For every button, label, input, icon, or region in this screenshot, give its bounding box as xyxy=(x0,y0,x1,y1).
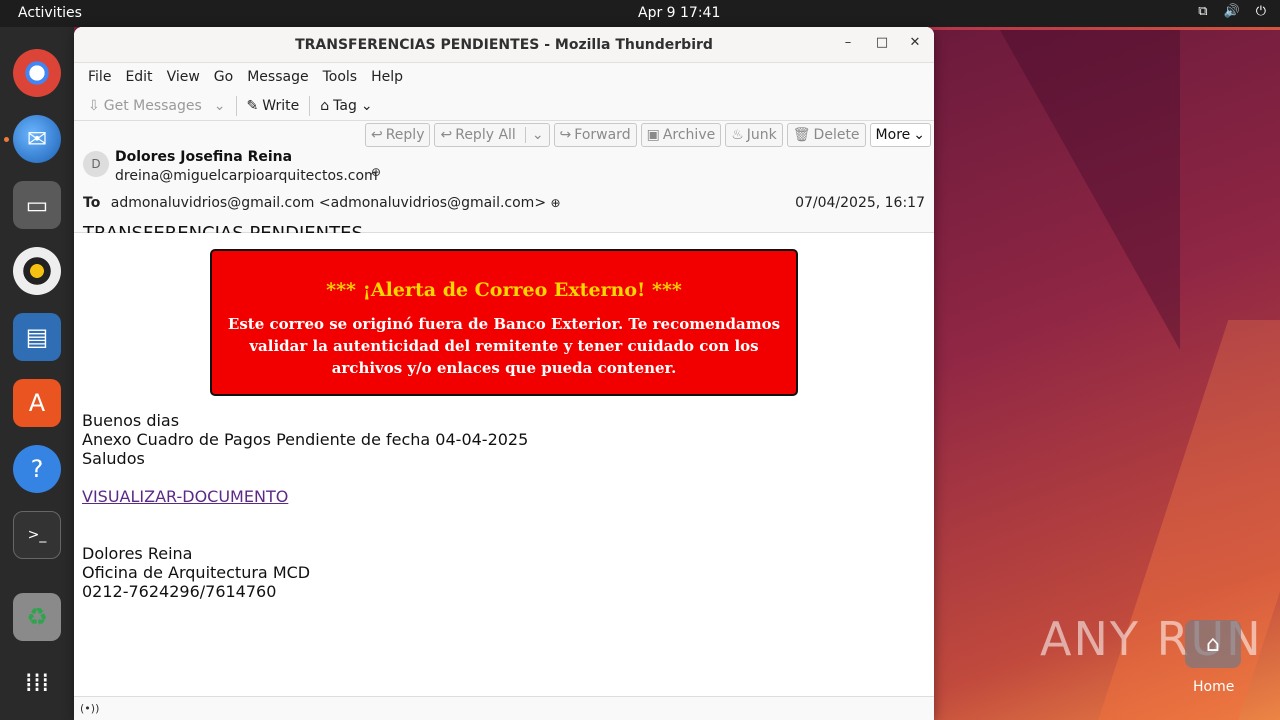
greeting-text: Buenos dias xyxy=(82,411,180,430)
signature-office: Oficina de Arquitectura MCD xyxy=(82,563,311,582)
network-icon[interactable]: ⧉ xyxy=(1198,4,1207,19)
close-button[interactable]: ✕ xyxy=(905,35,925,50)
minimize-button[interactable]: – xyxy=(838,35,858,50)
forward-label: Forward xyxy=(574,127,631,143)
archive-icon: ▣ xyxy=(646,127,660,143)
files-icon[interactable]: ▭ xyxy=(13,181,61,229)
trash-icon[interactable]: ♻ xyxy=(13,593,61,641)
menu-bar: File Edit View Go Message Tools Help xyxy=(74,63,934,91)
reply-all-label: Reply All xyxy=(455,127,516,143)
more-label: More xyxy=(875,127,911,143)
chevron-down-icon: ⌄ xyxy=(360,97,373,114)
write-label: Write xyxy=(262,97,300,114)
add-contact-icon[interactable]: ⊕ xyxy=(371,165,381,179)
online-status-icon[interactable]: (•)) xyxy=(80,702,99,715)
toolbar-separator xyxy=(235,95,237,116)
sender-name[interactable]: Dolores Josefina Reina xyxy=(115,149,292,165)
forward-button[interactable]: ↪ Forward xyxy=(553,123,637,147)
recipient-address[interactable]: admonaluvidrios@gmail.com <admonaluvidri… xyxy=(111,195,546,211)
body-line: Saludos xyxy=(82,449,145,468)
chevron-down-icon: ⌄ xyxy=(913,127,925,143)
help-icon[interactable]: ? xyxy=(13,445,61,493)
add-contact-icon[interactable]: ⊕ xyxy=(551,196,561,210)
tag-label: Tag xyxy=(333,97,357,114)
app-center-icon[interactable]: A xyxy=(13,379,61,427)
message-header: ↩ Reply ↩ Reply All ⌄ ↪ Forward ▣ Archive ♨ Ju… xyxy=(74,121,934,244)
alert-text: Este correo se originó fuera de Banco Ex… xyxy=(227,315,781,377)
get-messages-icon: ⇩ xyxy=(88,97,100,114)
signature-phone: 0212-7624296/7614760 xyxy=(82,582,277,601)
delete-label: Delete xyxy=(813,127,860,143)
chevron-down-icon[interactable]: ⌄ xyxy=(524,127,544,143)
activities-button[interactable]: Activities xyxy=(18,5,82,21)
message-body: *** ¡Alerta de Correo Externo! *** Este … xyxy=(74,233,934,665)
to-label: To xyxy=(83,195,101,211)
running-indicator xyxy=(4,137,9,142)
power-icon[interactable]: ⏻ xyxy=(1256,4,1266,19)
thunderbird-icon[interactable]: ✉ xyxy=(13,115,61,163)
alert-title: *** ¡Alerta de Correo Externo! *** xyxy=(326,279,682,301)
reply-label: Reply xyxy=(385,127,425,143)
thunderbird-window: TRANSFERENCIAS PENDIENTES - Mozilla Thun… xyxy=(74,27,934,720)
menu-message[interactable]: Message xyxy=(240,69,315,85)
reply-all-button[interactable]: ↩ Reply All ⌄ xyxy=(434,123,550,147)
maximize-button[interactable]: □ xyxy=(872,35,892,50)
window-title: TRANSFERENCIAS PENDIENTES - Mozilla Thun… xyxy=(295,37,713,53)
reply-button[interactable]: ↩ Reply xyxy=(364,123,431,147)
chevron-down-icon: ⌄ xyxy=(213,97,226,114)
dock: ✉ ▭ ▤ A ? >_ ♻ ⁞⁞⁞ xyxy=(0,27,74,720)
get-messages-label: Get Messages xyxy=(103,97,202,114)
junk-icon: ♨ xyxy=(731,127,744,143)
system-tray[interactable]: ⧉ 🔊 ⏻ xyxy=(1198,4,1266,19)
toolbar-separator xyxy=(309,95,311,116)
status-bar: (•)) xyxy=(74,696,934,720)
tag-icon: ⌂ xyxy=(320,97,330,114)
chrome-icon[interactable] xyxy=(13,49,61,97)
volume-icon[interactable]: 🔊 xyxy=(1224,4,1240,19)
terminal-icon[interactable]: >_ xyxy=(13,511,61,559)
menu-help[interactable]: Help xyxy=(364,69,410,85)
body-line: Anexo Cuadro de Pagos Pendiente de fecha… xyxy=(82,430,529,449)
more-button[interactable]: More ⌄ xyxy=(869,123,931,147)
reply-icon: ↩ xyxy=(370,127,383,143)
external-mail-alert: *** ¡Alerta de Correo Externo! *** Este … xyxy=(210,249,798,396)
wallpaper-shape xyxy=(1000,30,1180,350)
archive-button[interactable]: ▣ Archive xyxy=(640,123,722,147)
pencil-icon: ✎ xyxy=(246,97,259,114)
app-grid-icon[interactable]: ⁞⁞⁞ xyxy=(13,659,61,707)
home-label: Home xyxy=(1193,679,1235,695)
trash-icon: 🗑 xyxy=(792,127,811,143)
archive-label: Archive xyxy=(662,127,716,143)
junk-button[interactable]: ♨ Junk xyxy=(725,123,783,147)
writer-icon[interactable]: ▤ xyxy=(13,313,61,361)
message-actions: ↩ Reply ↩ Reply All ⌄ ↪ Forward ▣ Archive ♨ Ju… xyxy=(364,123,931,147)
clock[interactable]: Apr 9 17:41 xyxy=(638,5,720,21)
menu-view[interactable]: View xyxy=(160,69,207,85)
rhythmbox-icon[interactable] xyxy=(13,247,61,295)
sender-email[interactable]: dreina@miguelcarpioarquitectos.com xyxy=(115,168,378,184)
top-bar: Activities Apr 9 17:41 ⧉ 🔊 ⏻ xyxy=(0,0,1280,27)
avatar: D xyxy=(83,151,109,177)
message-date: 07/04/2025, 16:17 xyxy=(795,195,925,211)
main-toolbar: ⇩ Get Messages ⌄ ✎ Write ⌂ Tag ⌄ xyxy=(74,91,934,121)
home-folder-icon[interactable]: ⌂ xyxy=(1185,620,1241,668)
menu-edit[interactable]: Edit xyxy=(118,69,159,85)
signature-name: Dolores Reina xyxy=(82,544,193,563)
write-button[interactable]: ✎ Write xyxy=(241,98,306,114)
menu-tools[interactable]: Tools xyxy=(316,69,365,85)
recipient-line: To admonaluvidrios@gmail.com <admonaluvi… xyxy=(83,195,561,211)
junk-label: Junk xyxy=(746,127,777,143)
reply-all-icon: ↩ xyxy=(440,127,453,143)
title-bar[interactable]: TRANSFERENCIAS PENDIENTES - Mozilla Thun… xyxy=(74,27,934,63)
document-link[interactable]: VISUALIZAR-DOCUMENTO xyxy=(82,487,288,506)
menu-go[interactable]: Go xyxy=(207,69,240,85)
delete-button[interactable]: 🗑 Delete xyxy=(786,123,866,147)
menu-file[interactable]: File xyxy=(81,69,118,85)
get-messages-dropdown[interactable]: ⌄ xyxy=(208,98,232,114)
get-messages-button[interactable]: ⇩ Get Messages xyxy=(82,98,208,114)
tag-button[interactable]: ⌂ Tag ⌄ xyxy=(314,98,378,114)
forward-icon: ↪ xyxy=(559,127,572,143)
